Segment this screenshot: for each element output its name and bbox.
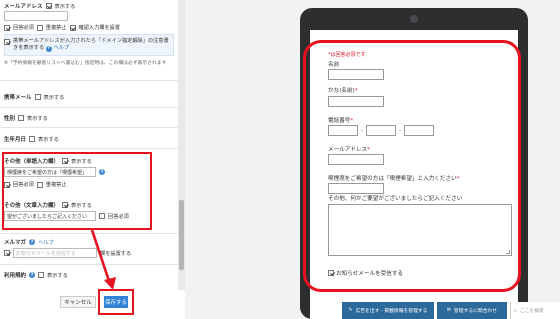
search-icon: ⌕ [514,308,517,314]
domain-note-text: 携帯メールアドレスが入力されたら「ドメイン指定解除」の注意書きを表示する [13,38,169,51]
email-width-input[interactable] [4,11,68,21]
email-options-row: 回答必須 重複禁止 確認入力欄を設置 [4,24,120,31]
magazine-row: メルマガ ? ヘルプ [4,238,54,246]
email-required-checkbox[interactable] [4,24,10,31]
divider [0,233,178,234]
settings-panel: メールアドレス 表示する 回答必須 重複禁止 確認入力欄を設置 携帯メールアドレ… [0,0,185,319]
email-duplicate-checkbox[interactable] [36,24,43,31]
magazine-help-link[interactable]: ヘルプ [38,239,54,246]
birthday-show-label: 表示する [38,136,59,143]
save-button-highlight [98,289,134,315]
email-duplicate-label: 重複禁止 [45,25,67,31]
divider [0,107,178,108]
magazine-input[interactable]: お知らせメールを受信する [13,248,97,258]
terms-show-label: 表示する [47,272,68,279]
domain-note-row: 携帯メールアドレスが入力されたら「ドメイン指定解除」の注意書きを表示する ? ヘ… [4,38,169,52]
terms-row: 利用規約 ? 表示する [4,271,68,279]
email-confirm-checkbox[interactable] [69,24,76,31]
help-icon[interactable]: ? [29,272,36,278]
email-show-label: 表示する [54,3,76,10]
terms-label: 利用規約 [4,273,27,279]
email-confirm-label: 確認入力欄を設置 [78,25,121,31]
other-fields-highlight [2,152,152,230]
email-row: メールアドレス 表示する [4,2,75,10]
divider [0,127,178,128]
email-required-label: 回答必須 [13,25,34,31]
gender-show-checkbox[interactable] [18,115,25,121]
terms-show-checkbox[interactable] [38,272,45,278]
ad-button-label: 広告を出す - 掲載情報を管理する [355,309,428,314]
magazine-input-row: お知らせメールを受信する 欄を設置する [4,248,131,258]
mobile-email-label: 携帯メール [4,95,32,101]
search-box[interactable]: ⌕ ここを検索 [510,302,560,319]
birthday-label: 生年月日 [4,137,27,143]
email-footnote: ※「予約情報を顧客リストへ書込む」指定時は、この欄は必ず表示されます [4,61,167,66]
gender-row: 性別 表示する [4,114,48,122]
mobile-email-show-label: 表示する [43,94,65,101]
inquiry-button[interactable]: ✉ 管理するに問合わせ [437,302,507,319]
mobile-email-show-checkbox[interactable] [34,94,41,100]
chat-icon: ✉ [446,308,451,313]
magazine-label: メルマガ [4,240,27,246]
divider [0,80,178,81]
email-help-link[interactable]: ヘルプ [53,45,69,51]
inquiry-button-label: 管理するに問合わせ [453,309,498,314]
ad-button[interactable]: ✎ 広告を出す - 掲載情報を管理する [342,302,434,319]
camera-icon [410,15,418,23]
magazine-suffix: 欄を設置する [100,250,132,257]
help-icon[interactable]: ? [29,239,36,245]
mobile-email-row: 携帯メール 表示する [4,93,64,101]
scrollbar-thumb[interactable] [179,200,184,270]
scrollbar[interactable] [178,0,185,290]
domain-note-checkbox[interactable] [4,39,10,45]
divider [0,148,178,149]
preview-highlight [303,40,521,292]
cancel-button[interactable]: キャンセル [60,296,96,308]
search-placeholder: ここを検索 [519,309,544,314]
email-show-checkbox[interactable] [45,3,52,9]
divider [0,264,178,265]
birthday-row: 生年月日 表示する [4,135,59,143]
help-icon[interactable]: ? [45,45,52,52]
megaphone-icon: ✎ [348,308,353,313]
gender-label: 性別 [4,116,16,122]
email-label: メールアドレス [4,4,43,10]
reservation-form-editor: メールアドレス 表示する 回答必須 重複禁止 確認入力欄を設置 携帯メールアドレ… [0,0,560,319]
gender-show-label: 表示する [27,115,48,122]
magazine-checkbox[interactable] [4,250,10,256]
birthday-show-checkbox[interactable] [29,136,36,142]
